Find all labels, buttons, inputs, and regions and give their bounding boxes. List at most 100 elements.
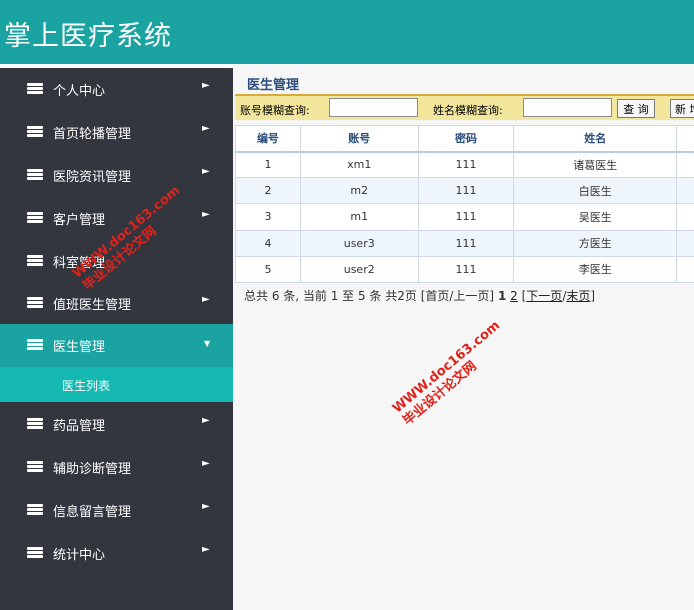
column-header-account: 账号	[299, 125, 419, 153]
sidebar: 个人中心 ► 首页轮播管理 ► 医院资讯管理 ► 客户管理 ► 科室管理 值班医…	[0, 68, 233, 610]
pagination-first-prev: [首页/上一页]	[420, 289, 495, 303]
chevron-right-icon: ►	[202, 458, 210, 469]
chevron-right-icon: ►	[202, 294, 210, 305]
sidebar-subitem-doctor-list[interactable]: 医生列表	[0, 367, 233, 402]
sidebar-item-statistics[interactable]: 统计中心 ►	[0, 532, 233, 575]
sidebar-item-label: 辅助诊断管理	[53, 462, 132, 477]
cell-name: 白医生	[513, 177, 678, 205]
table-row[interactable]: 2 m2 111 白医生	[235, 177, 694, 205]
doctor-table: 编号 账号 密码 姓名 1 xm1 111 诸葛医生 2 m2 111 白医生	[235, 125, 694, 284]
sidebar-item-carousel[interactable]: 首页轮播管理 ►	[0, 111, 233, 154]
column-header-password: 密码	[417, 125, 515, 153]
chevron-right-icon: ►	[202, 80, 210, 91]
name-search-label: 姓名模糊查询:	[433, 104, 503, 117]
account-search-input[interactable]	[329, 98, 418, 117]
cell-name: 李医生	[513, 255, 678, 284]
table-row[interactable]: 5 user2 111 李医生	[235, 255, 694, 284]
sidebar-item-hospital-news[interactable]: 医院资讯管理 ►	[0, 154, 233, 197]
sidebar-subitem-label: 医生列表	[62, 379, 111, 393]
cell-extra	[676, 229, 694, 257]
stack-icon	[27, 83, 43, 95]
pagination-bracket-close: ]	[590, 289, 596, 303]
main-content: 医生管理 账号模糊查询: 姓名模糊查询: 查 询 新 增 编号 账号 密码 姓名…	[233, 64, 694, 610]
cell-account: m2	[299, 177, 419, 205]
cell-password: 111	[417, 177, 515, 205]
cell-password: 111	[417, 203, 515, 231]
cell-account: user3	[299, 229, 419, 257]
sidebar-item-label: 首页轮播管理	[53, 127, 132, 142]
column-header-id: 编号	[235, 125, 301, 153]
cell-password: 111	[417, 150, 515, 179]
cell-name: 方医生	[513, 229, 678, 257]
sidebar-item-label: 医院资讯管理	[53, 170, 132, 185]
name-search-input[interactable]	[523, 98, 612, 117]
sidebar-item-departments[interactable]: 科室管理	[0, 240, 233, 283]
cell-id: 2	[235, 177, 301, 205]
cell-id: 1	[235, 150, 301, 179]
table-header-row: 编号 账号 密码 姓名	[235, 125, 694, 153]
stack-icon	[27, 212, 43, 224]
sidebar-item-label: 个人中心	[53, 84, 106, 99]
app-title: 掌上医疗系统	[4, 21, 172, 52]
sidebar-item-label: 药品管理	[53, 419, 106, 434]
page-title: 医生管理	[247, 78, 300, 93]
cell-extra	[676, 255, 694, 284]
sidebar-item-label: 信息留言管理	[53, 505, 132, 520]
pagination-last-link[interactable]: 末页	[566, 289, 590, 303]
cell-password: 111	[417, 229, 515, 257]
stack-icon	[27, 255, 43, 267]
chevron-right-icon: ►	[202, 415, 210, 426]
cell-id: 3	[235, 203, 301, 231]
table-row[interactable]: 1 xm1 111 诸葛医生	[235, 150, 694, 179]
column-header-extra	[676, 125, 694, 153]
stack-icon	[27, 169, 43, 181]
pagination: 总共 6 条, 当前 1 至 5 条 共2页 [首页/上一页] 1 2 [下一页…	[244, 287, 595, 304]
chevron-right-icon: ►	[202, 209, 210, 220]
sidebar-item-label: 统计中心	[53, 548, 106, 563]
sidebar-item-label: 科室管理	[53, 256, 106, 271]
search-bar: 账号模糊查询: 姓名模糊查询: 查 询 新 增	[235, 94, 694, 120]
pagination-current-page: 1	[497, 289, 507, 303]
pagination-summary: 总共 6 条, 当前 1 至 5 条 共2页	[244, 289, 417, 303]
cell-account: m1	[299, 203, 419, 231]
chevron-right-icon: ►	[202, 544, 210, 555]
sidebar-item-label: 医生管理	[53, 340, 106, 355]
sidebar-item-label: 值班医生管理	[53, 298, 132, 313]
cell-name: 吴医生	[513, 203, 678, 231]
chevron-down-icon: ▼	[204, 339, 211, 348]
sidebar-item-personal-center[interactable]: 个人中心 ►	[0, 68, 233, 111]
cell-id: 5	[235, 255, 301, 284]
cell-extra	[676, 203, 694, 231]
sidebar-item-duty-doctors[interactable]: 值班医生管理 ►	[0, 282, 233, 325]
cell-name: 诸葛医生	[513, 150, 678, 179]
cell-id: 4	[235, 229, 301, 257]
sidebar-item-doctors[interactable]: 医生管理 ▼	[0, 324, 233, 367]
stack-icon	[27, 126, 43, 138]
sidebar-item-diagnosis[interactable]: 辅助诊断管理 ►	[0, 446, 233, 489]
cell-extra	[676, 177, 694, 205]
query-button[interactable]: 查 询	[617, 99, 655, 118]
cell-password: 111	[417, 255, 515, 284]
app-header: 掌上医疗系统	[0, 0, 694, 64]
chevron-right-icon: ►	[202, 166, 210, 177]
sidebar-item-drugs[interactable]: 药品管理 ►	[0, 403, 233, 446]
cell-extra	[676, 150, 694, 179]
cell-account: user2	[299, 255, 419, 284]
pagination-next-link[interactable]: 下一页	[526, 289, 562, 303]
column-header-name: 姓名	[513, 125, 678, 153]
table-row[interactable]: 4 user3 111 方医生	[235, 229, 694, 257]
pagination-page-2[interactable]: 2	[510, 289, 518, 303]
stack-icon	[27, 418, 43, 430]
chevron-right-icon: ►	[202, 123, 210, 134]
stack-icon	[27, 504, 43, 516]
sidebar-item-messages[interactable]: 信息留言管理 ►	[0, 489, 233, 532]
account-search-label: 账号模糊查询:	[240, 104, 310, 117]
sidebar-item-customers[interactable]: 客户管理 ►	[0, 197, 233, 240]
stack-icon	[27, 461, 43, 473]
stack-icon	[27, 297, 43, 309]
table-row[interactable]: 3 m1 111 吴医生	[235, 203, 694, 231]
sidebar-item-label: 客户管理	[53, 213, 106, 228]
add-button[interactable]: 新 增	[670, 99, 694, 118]
chevron-right-icon: ►	[202, 501, 210, 512]
stack-icon	[27, 547, 43, 559]
